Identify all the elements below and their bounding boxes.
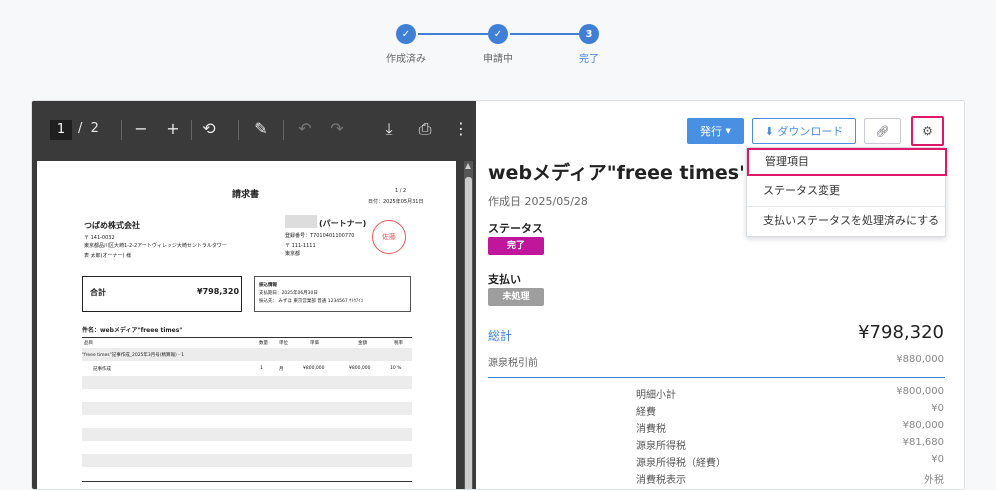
invoice-card: 1 / 2 − + ⟲ ✎ ↶ ↷ ⤓ ⎙ ⋮ 請求書 1 / 2 日付：202… — [31, 100, 965, 490]
subject: 件名：webメディア"freee times" — [82, 327, 183, 334]
col-unit: 単位 — [279, 341, 288, 346]
download-icon: ⬇ — [764, 124, 774, 138]
item-tax: 10 % — [390, 366, 402, 371]
item-price: ¥800,000 — [303, 366, 325, 371]
check-icon: ✓ — [488, 24, 508, 44]
doc-date: 日付：2025年05月31日 — [368, 199, 424, 205]
zoom-in-icon[interactable]: + — [162, 119, 184, 138]
status-badge: 完了 — [488, 237, 544, 255]
menu-item-change-status[interactable]: ステータス変更 — [747, 177, 947, 205]
rotate-icon[interactable]: ⟲ — [198, 119, 220, 138]
print-icon[interactable]: ⎙ — [414, 119, 436, 139]
col-tax: 税率 — [394, 341, 403, 346]
page-total: / 2 — [78, 121, 99, 136]
gear-icon: ⚙ — [922, 124, 933, 138]
table-footer-line — [82, 481, 412, 482]
breakdown-row: 源泉所得税 — [636, 441, 686, 452]
breakdown-row: 源泉所得税（経費） — [636, 458, 726, 469]
grand-total-label: 総計 — [488, 329, 513, 343]
registration-number: 登録番号：T7010401100770 — [285, 233, 355, 239]
menu-item-management[interactable]: 管理項目 — [747, 148, 947, 176]
item-name: 記事作成 — [93, 367, 111, 372]
seal-stamp: 佐藤 — [372, 220, 406, 254]
check-icon: ✓ — [396, 24, 416, 44]
step-applying: ✓ 申請中 — [468, 24, 528, 65]
pdf-toolbar: 1 / 2 − + ⟲ ✎ ↶ ↷ ⤓ ⎙ ⋮ — [32, 101, 476, 157]
issue-button[interactable]: 発行 ▼ — [687, 118, 744, 144]
progress-stepper: ✓ 作成済み ✓ 申請中 3 完了 — [0, 0, 996, 90]
invoice-title: webメディア"freee times" — [488, 162, 743, 184]
payment-account: 振込先： みずほ 東京営業部 普通 1234567 ｻﾄｳｱｲｺ — [259, 299, 363, 304]
draw-icon[interactable]: ✎ — [250, 119, 272, 138]
link-button[interactable]: 🔗︎ — [864, 118, 901, 144]
step-created: ✓ 作成済み — [376, 24, 436, 65]
breakdown-value: ¥80,000 — [902, 420, 944, 431]
total-label: 合計 — [90, 288, 106, 297]
empty-row — [82, 376, 412, 389]
doc-title: 請求書 — [232, 190, 260, 200]
pdf-scrollbar[interactable] — [464, 161, 473, 489]
breakdown-row: 消費税表示 — [636, 475, 686, 486]
withholding-label: 源泉税引前 — [488, 358, 538, 369]
payment-label: 支払い — [488, 273, 521, 286]
empty-row — [82, 454, 412, 467]
item-qty: 1 — [260, 366, 263, 371]
partner-redacted — [285, 215, 317, 228]
pdf-viewer: 1 / 2 − + ⟲ ✎ ↶ ↷ ⤓ ⎙ ⋮ 請求書 1 / 2 日付：202… — [32, 101, 476, 489]
breakdown-row: 明細小計 — [636, 390, 676, 401]
pdf-page: 請求書 1 / 2 日付：2025年05月31日 つばめ株式会社 〒 141-0… — [37, 161, 456, 489]
empty-row — [82, 402, 412, 415]
settings-menu: 管理項目 ステータス変更 支払いステータスを処理済みにする — [746, 147, 947, 237]
status-label: ステータス — [488, 222, 543, 235]
zoom-out-icon[interactable]: − — [130, 119, 152, 138]
breakdown-value: 外税 — [924, 475, 944, 486]
page-number-input[interactable]: 1 — [50, 120, 72, 140]
undo-icon[interactable]: ↶ — [294, 119, 316, 138]
item-unit: 月 — [279, 367, 284, 372]
col-item: 品目 — [84, 341, 93, 346]
download-button[interactable]: ⬇ ダウンロード — [752, 118, 856, 144]
chevron-down-icon: ▼ — [725, 127, 731, 135]
breakdown-value: ¥0 — [931, 454, 944, 465]
breakdown-value: ¥800,000 — [896, 386, 944, 397]
withholding-value: ¥880,000 — [896, 354, 944, 365]
created-date: 作成日 2025/05/28 — [488, 195, 588, 208]
table-header-line — [82, 337, 412, 338]
download-icon[interactable]: ⤓ — [378, 119, 400, 139]
settings-button[interactable]: ⚙ — [911, 116, 944, 146]
payment-due: 支払期日：2025年06月30日 — [259, 291, 318, 296]
col-amount: 金額 — [358, 341, 367, 346]
total-amount: ¥798,320 — [197, 287, 240, 296]
col-price: 単価 — [310, 341, 319, 346]
item-amount: ¥800,000 — [349, 366, 371, 371]
empty-row — [82, 428, 412, 441]
redo-icon[interactable]: ↷ — [326, 119, 348, 138]
client-zip: 〒 141-0032 — [84, 235, 115, 241]
client-name: つばめ株式会社 — [84, 221, 140, 230]
link-icon: 🔗︎ — [875, 124, 890, 138]
partner-address: 東京都 — [285, 251, 301, 257]
grand-total-value: ¥798,320 — [858, 322, 944, 343]
total-divider — [488, 377, 945, 378]
step-complete: 3 完了 — [559, 24, 619, 65]
step-number: 3 — [579, 24, 599, 44]
breakdown-value: ¥81,680 — [902, 437, 944, 448]
more-vertical-icon[interactable]: ⋮ — [450, 119, 472, 138]
client-address: 東京都品川区大崎1-2-2アートヴィレッジ大崎セントラルタワー — [84, 243, 227, 249]
breakdown-row: 消費税 — [636, 424, 666, 435]
doc-page: 1 / 2 — [395, 188, 407, 194]
breakdown-value: ¥0 — [931, 403, 944, 414]
partner-name: (パートナー) — [319, 219, 367, 228]
group-label: "freee times"記事作成_2025年3月号(精算報) - 1 — [82, 353, 185, 358]
client-contact: 表 太郎(オーナー) 様 — [84, 253, 132, 259]
partner-zip: 〒 111-1111 — [285, 243, 316, 249]
payment-title: 振込情報 — [259, 283, 277, 288]
breakdown-row: 経費 — [636, 407, 656, 418]
payment-badge: 未処理 — [488, 288, 544, 306]
menu-item-mark-paid[interactable]: 支払いステータスを処理済みにする — [747, 207, 947, 235]
col-qty: 数量 — [259, 341, 268, 346]
